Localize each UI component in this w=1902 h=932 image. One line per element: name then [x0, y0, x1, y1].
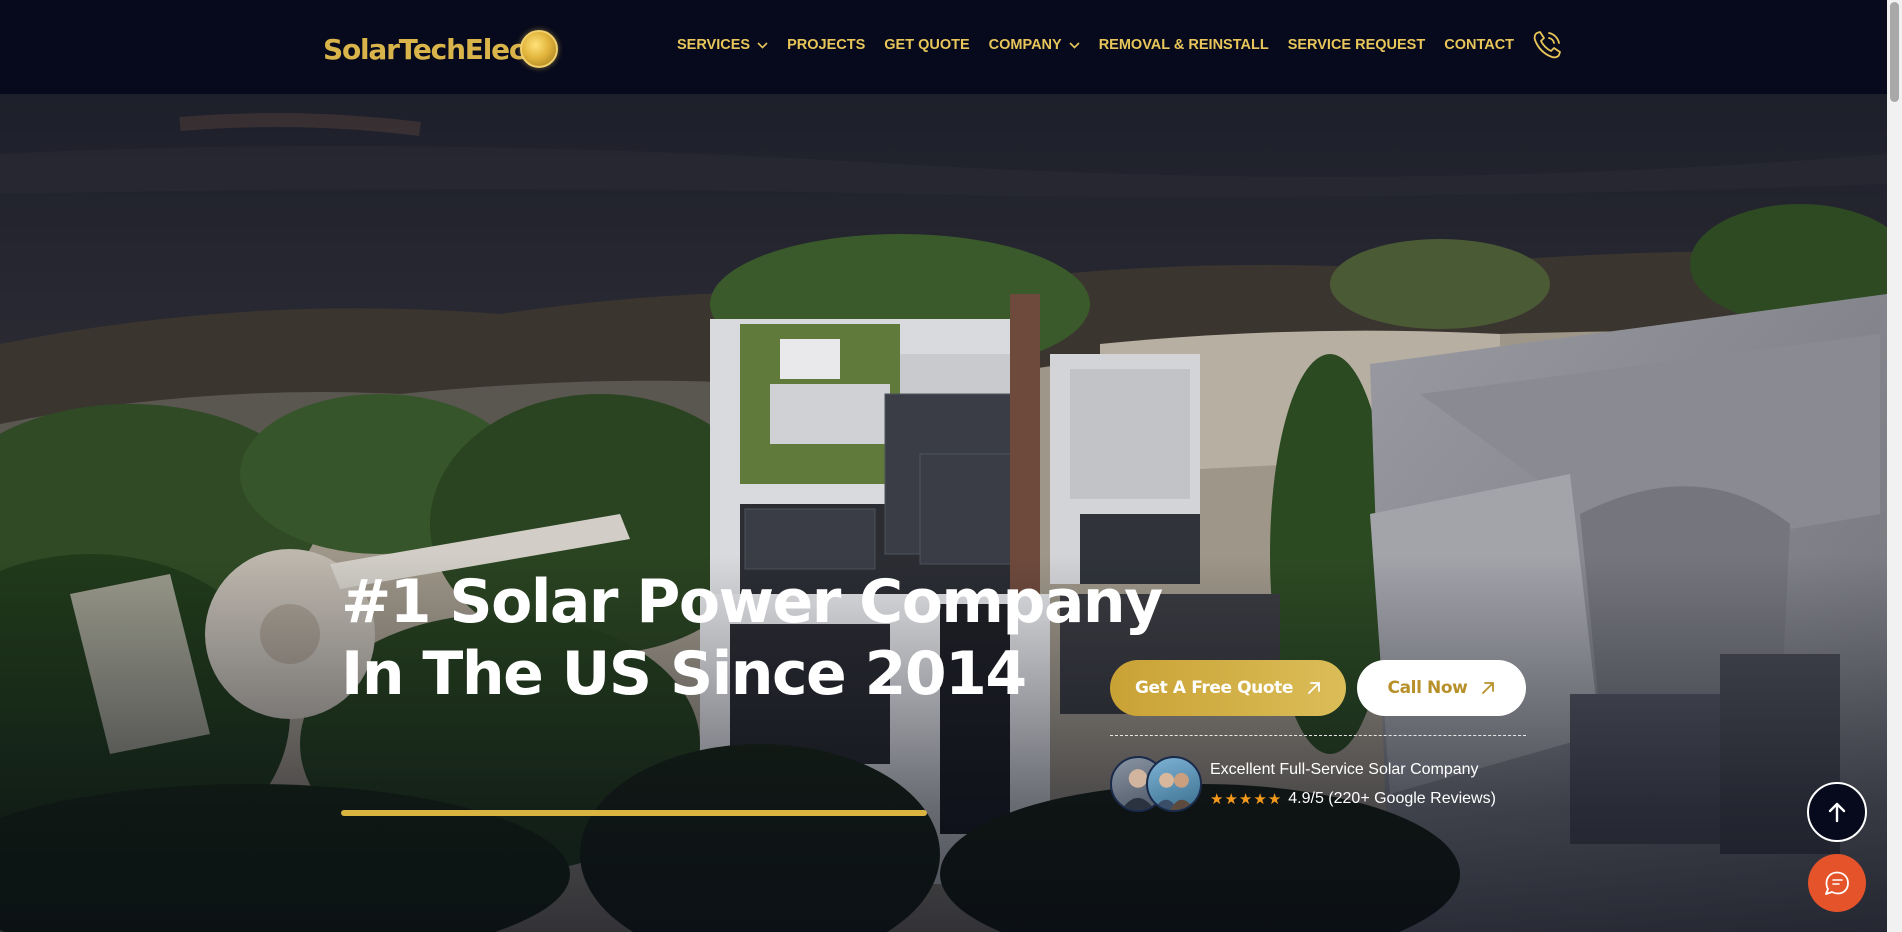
call-now-button[interactable]: Call Now: [1357, 660, 1526, 716]
get-free-quote-button[interactable]: Get A Free Quote: [1110, 660, 1346, 716]
scroll-to-top-button[interactable]: [1807, 782, 1867, 842]
nav-item-services[interactable]: SERVICES: [677, 37, 768, 53]
sun-coin-icon: [520, 30, 559, 68]
nav-item-label: SERVICE REQUEST: [1287, 37, 1426, 53]
chat-icon: [1825, 871, 1849, 895]
divider: [1110, 735, 1526, 736]
arrow-up-icon: [1828, 802, 1846, 823]
nav-item-service-request[interactable]: SERVICE REQUEST: [1288, 37, 1426, 53]
hero-headline-line-2: In The US Since 2014: [341, 639, 1027, 709]
chevron-down-icon: [757, 41, 768, 49]
arrow-up-right-icon: [1482, 682, 1495, 694]
brand-logo[interactable]: SolarTechElec: [323, 27, 559, 71]
main-nav: SERVICES PROJECTS GET QUOTE COMPANY REMO…: [677, 37, 1533, 53]
nav-item-removal-reinstall[interactable]: REMOVAL & REINSTALL: [1099, 37, 1269, 53]
review-summary: Excellent Full-Service Solar Company ★ ★…: [1110, 756, 1496, 812]
nav-item-label: SERVICES: [677, 37, 751, 53]
phone-icon[interactable]: [1530, 28, 1564, 62]
nav-item-company[interactable]: COMPANY: [989, 37, 1080, 53]
customer-avatars: [1110, 756, 1202, 812]
hero-section: #1 Solar Power Company In The US Since 2…: [0, 94, 1887, 932]
nav-item-label: GET QUOTE: [884, 37, 970, 53]
nav-item-label: CONTACT: [1444, 37, 1515, 53]
star-rating: ★ ★ ★ ★ ★: [1210, 790, 1282, 808]
star-icon: ★: [1267, 790, 1282, 808]
nav-item-projects[interactable]: PROJECTS: [787, 37, 865, 53]
site-header: SolarTechElec SERVICES PROJECTS GET QUOT…: [0, 0, 1887, 94]
chevron-down-icon: [1069, 41, 1080, 49]
headline-underline: [341, 810, 927, 816]
star-icon: ★: [1224, 790, 1238, 808]
page-scrollbar[interactable]: [1887, 0, 1902, 932]
star-icon: ★: [1238, 790, 1253, 808]
star-icon: ★: [1253, 790, 1267, 808]
star-icon: ★: [1210, 790, 1224, 808]
chat-button[interactable]: [1808, 854, 1866, 912]
review-rating-row: ★ ★ ★ ★ ★ 4.9/5 (220+ Google Reviews): [1210, 790, 1496, 808]
avatar: [1146, 756, 1202, 812]
nav-item-label: PROJECTS: [787, 37, 866, 53]
review-title: Excellent Full-Service Solar Company: [1210, 760, 1479, 778]
hero-headline-line-1: #1 Solar Power Company: [341, 567, 1163, 637]
brand-name: SolarTechElec: [323, 32, 526, 66]
get-free-quote-label: Get A Free Quote: [1135, 678, 1293, 698]
arrow-up-right-icon: [1308, 682, 1320, 694]
nav-item-label: COMPANY: [988, 37, 1062, 53]
nav-item-contact[interactable]: CONTACT: [1444, 37, 1514, 53]
review-text: Excellent Full-Service Solar Company ★ ★…: [1210, 761, 1496, 808]
nav-item-get-quote[interactable]: GET QUOTE: [884, 37, 969, 53]
scrollbar-thumb[interactable]: [1890, 2, 1899, 102]
call-now-label: Call Now: [1387, 678, 1468, 698]
review-score: 4.9/5 (220+ Google Reviews): [1288, 789, 1496, 807]
nav-item-label: REMOVAL & REINSTALL: [1098, 37, 1269, 53]
hero-headline: #1 Solar Power Company In The US Since 2…: [341, 566, 1163, 710]
